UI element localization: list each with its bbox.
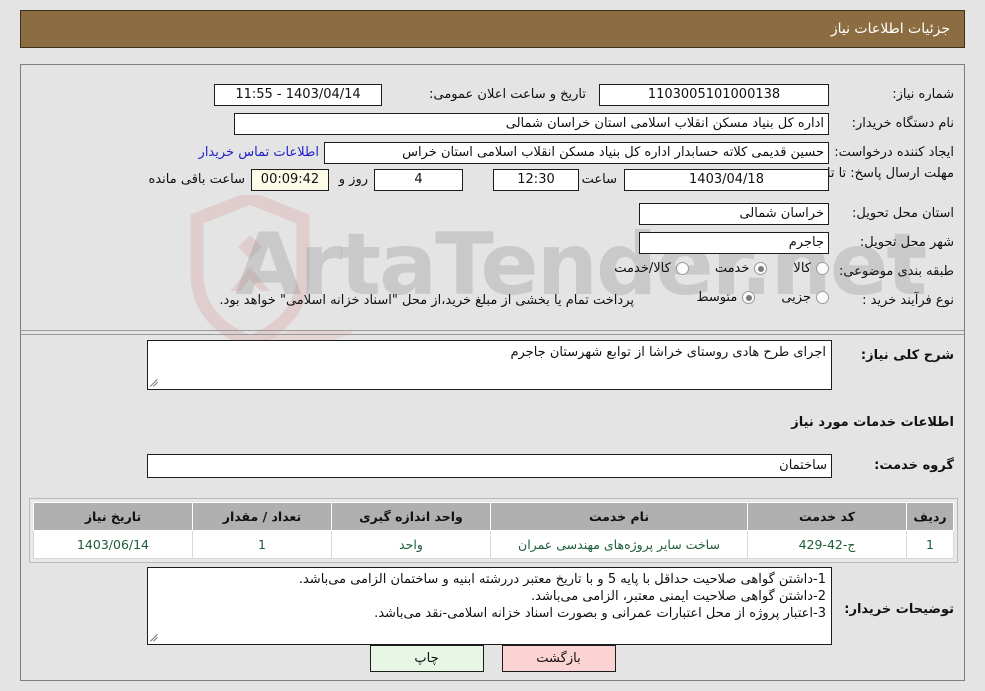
radio-category-kala-khedmat-label: کالا/خدمت (614, 261, 671, 276)
cell-code: ج-42-429 (747, 530, 907, 559)
deadline-time-value: 12:30 (493, 169, 579, 191)
print-button[interactable]: چاپ (369, 645, 484, 672)
radio-process-jozii-label: جزیی (781, 290, 811, 305)
cell-date: 1403/06/14 (33, 530, 193, 559)
resize-grip-icon[interactable] (150, 378, 160, 388)
back-button[interactable]: بازگشت (501, 645, 616, 672)
buyer-note-line-3: 3-اعتبار پروژه از محل اعتبارات عمرانی و … (374, 606, 826, 621)
page-header-bar: جزئیات اطلاعات نیاز (20, 10, 965, 48)
buyer-org-value: اداره کل بنیاد مسکن انقلاب اسلامی استان … (234, 113, 829, 135)
deadline-date-value: 1403/04/18 (624, 169, 829, 191)
radio-category-khedmat[interactable]: خدمت (715, 261, 768, 276)
radio-process-jozii[interactable]: جزیی (781, 290, 829, 305)
action-button-bar: بازگشت چاپ (0, 645, 985, 672)
radio-category-kala-khedmat[interactable]: کالا/خدمت (614, 261, 689, 276)
city-value: جاجرم (639, 232, 829, 254)
col-row: ردیف (906, 502, 954, 531)
cell-name: ساخت سایر پروژه‌های مهندسی عمران (490, 530, 748, 559)
services-table: ردیف کد خدمت نام خدمت واحد اندازه گیری ت… (33, 502, 954, 559)
cell-row: 1 (906, 530, 954, 559)
description-text: اجرای طرح هادی روستای خراشا از توابع شهر… (510, 345, 826, 360)
description-label: شرح کلی نیاز: (860, 348, 954, 363)
radio-category-khedmat-label: خدمت (714, 261, 750, 276)
cell-qty: 1 (192, 530, 332, 559)
radio-dot-icon[interactable] (816, 262, 829, 275)
radio-process-motevaset[interactable]: متوسط (696, 290, 756, 305)
service-group-value: ساختمان (147, 454, 832, 478)
table-header-row: ردیف کد خدمت نام خدمت واحد اندازه گیری ت… (33, 502, 954, 531)
cell-unit: واحد (331, 530, 491, 559)
city-label: شهر محل تحویل: (859, 235, 954, 250)
col-unit: واحد اندازه گیری (331, 502, 491, 531)
category-label: طبقه بندی موضوعی: (838, 264, 954, 279)
resize-grip-icon[interactable] (150, 633, 160, 643)
radio-category-kala[interactable]: کالا (793, 261, 829, 276)
category-radio-group[interactable]: کالا خدمت کالا/خدمت (588, 261, 829, 276)
announcement-value: 1403/04/14 - 11:55 (214, 84, 382, 106)
col-qty: تعداد / مقدار (192, 502, 332, 531)
process-radio-group[interactable]: جزیی متوسط (670, 290, 829, 305)
page-title: جزئیات اطلاعات نیاز (830, 21, 950, 37)
table-row: 1 ج-42-429 ساخت سایر پروژه‌های مهندسی عم… (33, 530, 954, 559)
announcement-label: تاریخ و ساعت اعلان عمومی: (429, 87, 586, 102)
deadline-hour-label: ساعت (581, 172, 617, 187)
province-value: خراسان شمالی (639, 203, 829, 225)
radio-dot-selected-icon[interactable] (754, 262, 768, 275)
requirement-details-section: شرح کلی نیاز: اجرای طرح هادی روستای خراش… (21, 330, 964, 680)
creator-value: حسین قدیمی کلاته حسابدار اداره کل بنیاد … (324, 142, 829, 164)
buyer-notes-value[interactable]: 1-داشتن گواهی صلاحیت حداقل با پایه 5 و ب… (147, 567, 832, 645)
remaining-days-value: 4 (374, 169, 463, 191)
buyer-org-label: نام دستگاه خریدار: (851, 116, 954, 131)
radio-dot-icon[interactable] (816, 291, 829, 304)
col-name: نام خدمت (490, 502, 748, 531)
need-number-value: 1103005101000138 (599, 84, 829, 106)
buyer-note-line-1: 1-داشتن گواهی صلاحیت حداقل با پایه 5 و ب… (298, 572, 826, 587)
payment-note: پرداخت تمام یا بخشی از مبلغ خرید،از محل … (219, 293, 634, 308)
radio-category-kala-label: کالا (793, 261, 811, 276)
remaining-days-label: روز و (338, 172, 368, 187)
creator-label: ایجاد کننده درخواست: (834, 145, 954, 160)
countdown-label: ساعت باقی مانده (148, 172, 245, 187)
radio-process-motevaset-label: متوسط (696, 290, 738, 305)
province-label: استان محل تحویل: (852, 206, 954, 221)
service-group-label: گروه خدمت: (874, 458, 954, 473)
services-section-title: اطلاعات خدمات مورد نیاز (791, 415, 954, 430)
need-info-section: شماره نیاز: 1103005101000138 تاریخ و ساع… (21, 65, 964, 330)
radio-dot-icon[interactable] (675, 262, 689, 275)
radio-dot-selected-icon[interactable] (742, 291, 756, 304)
col-date: تاریخ نیاز (33, 502, 193, 531)
col-code: کد خدمت (747, 502, 907, 531)
process-label: نوع فرآیند خرید : (862, 293, 954, 308)
buyer-note-line-2: 2-داشتن گواهی صلاحیت ایمنی معتبر، الزامی… (531, 589, 826, 604)
description-value[interactable]: اجرای طرح هادی روستای خراشا از توابع شهر… (147, 340, 832, 390)
deadline-label: مهلت ارسال پاسخ: تا تاریخ: (804, 166, 954, 181)
countdown-value: 00:09:42 (251, 169, 329, 191)
buyer-notes-label: توضیحات خریدار: (844, 602, 954, 617)
services-table-container: ردیف کد خدمت نام خدمت واحد اندازه گیری ت… (29, 498, 958, 563)
details-panel: شماره نیاز: 1103005101000138 تاریخ و ساع… (20, 64, 965, 681)
buyer-contact-link[interactable]: اطلاعات تماس خریدار (199, 145, 319, 160)
need-number-label: شماره نیاز: (892, 87, 954, 102)
